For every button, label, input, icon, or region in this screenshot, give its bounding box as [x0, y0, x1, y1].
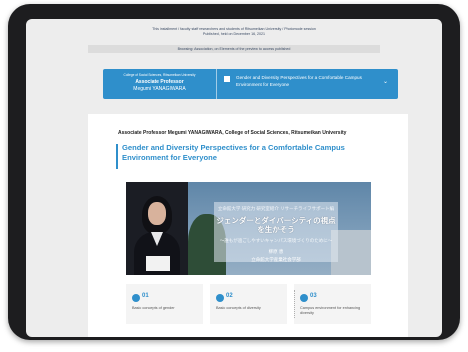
presenter-position: Associate Professor	[135, 79, 184, 85]
key-point-number: 01	[142, 293, 149, 299]
presenter-name: Megumi YANAGIWARA	[133, 86, 186, 92]
key-point-label: Basic concepts of diversity	[216, 306, 261, 310]
page-top-note: This installment / faculty staff researc…	[26, 27, 442, 37]
key-point-label: Campus environment for enhancing diversi…	[300, 306, 361, 315]
video-title: ジェンダーとダイバーシティの視点を生かそう	[216, 216, 336, 234]
top-note-line: Published, held on December 16, 2021	[202, 32, 266, 36]
bulb-icon	[132, 294, 140, 302]
speaker-paper	[146, 256, 170, 271]
video-series: 立命館大学 研究力 研究室紹介 リサーチライフサポート編	[217, 206, 335, 211]
document-icon	[224, 76, 230, 82]
heading-accent	[116, 144, 118, 169]
presenter-college: College of Social Sciences, Ritsumeikan …	[123, 73, 196, 77]
lecture-banner[interactable]: College of Social Sciences, Ritsumeikan …	[103, 69, 398, 99]
lecture-title: Gender and Diversity Perspectives for a …	[236, 75, 362, 87]
key-point-number: 03	[310, 293, 317, 299]
divider	[294, 290, 295, 318]
chevron-down-icon[interactable]: ⌄	[383, 78, 388, 85]
key-point-label: Basic concepts of gender	[132, 306, 175, 310]
key-point-item: 02 Basic concepts of diversity	[210, 284, 287, 324]
article-author: Associate Professor Megumi YANAGIWARA, C…	[118, 130, 347, 136]
bulb-icon	[216, 294, 224, 302]
speaker-face	[148, 202, 166, 225]
presenter-block: College of Social Sciences, Ritsumeikan …	[103, 69, 217, 99]
video-subtitle: 〜誰もが過ごしやすいキャンパス環境づくりのために〜	[219, 238, 333, 243]
article-card: Associate Professor Megumi YANAGIWARA, C…	[88, 114, 408, 337]
key-point-item: 01 Basic concepts of gender	[126, 284, 203, 324]
video-affiliation: 立命館大学産業社会学部	[251, 257, 301, 262]
key-points: 01 Basic concepts of gender 02 Basic con…	[126, 284, 371, 324]
lecture-video[interactable]: 立命館大学 研究力 研究室紹介 リサーチライフサポート編 ジェンダーとダイバーシ…	[126, 182, 371, 275]
key-point-number: 02	[226, 293, 233, 299]
tablet-screen: This installment / faculty staff researc…	[26, 19, 442, 337]
lecture-title-block[interactable]: Gender and Diversity Perspectives for a …	[220, 69, 390, 99]
article-heading: Gender and Diversity Perspectives for a …	[122, 143, 345, 162]
key-point-item: 03 Campus environment for enhancing dive…	[294, 284, 371, 324]
video-title-overlay: 立命館大学 研究力 研究室紹介 リサーチライフサポート編 ジェンダーとダイバーシ…	[214, 202, 338, 262]
info-bar: Browsing: Association, on Elements of th…	[88, 45, 380, 53]
video-speaker: 柳原 恵	[268, 249, 284, 254]
bulb-icon	[300, 294, 308, 302]
